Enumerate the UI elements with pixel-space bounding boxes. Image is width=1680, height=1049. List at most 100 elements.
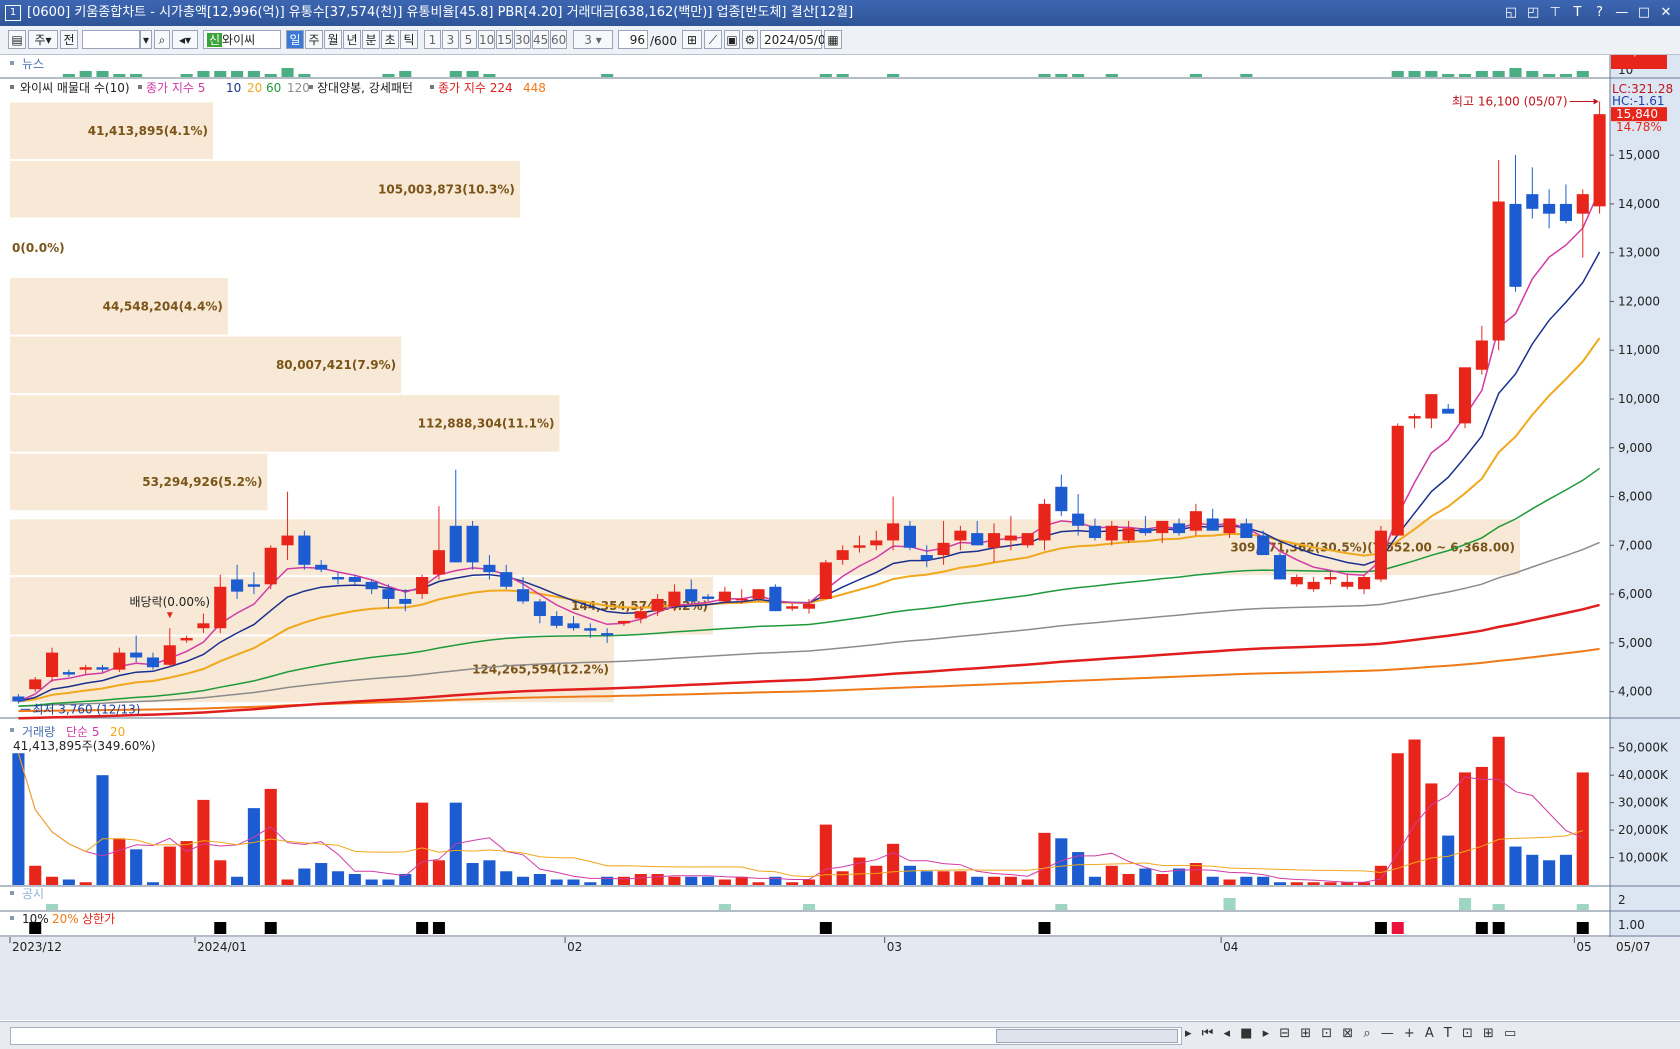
news-bar[interactable] (1509, 68, 1522, 77)
limit-mark[interactable] (1475, 922, 1488, 934)
volume-bar[interactable] (348, 874, 361, 885)
period-day[interactable]: 일 (286, 30, 304, 49)
help-icon[interactable]: ? (1592, 0, 1608, 26)
candle-body[interactable] (298, 535, 311, 565)
volume-bar[interactable] (887, 843, 900, 885)
volume-bar[interactable] (466, 863, 479, 885)
maximize-button[interactable]: □ (1636, 0, 1652, 26)
candle-body[interactable] (1156, 520, 1169, 534)
interval-1[interactable]: 1 (424, 30, 441, 49)
volume-bar[interactable] (1273, 882, 1287, 885)
volume-bar[interactable] (516, 876, 530, 885)
news-bar[interactable] (1475, 71, 1488, 77)
period-month[interactable]: 월 (324, 30, 342, 49)
candle[interactable] (298, 530, 311, 570)
candle-body[interactable] (1055, 486, 1068, 512)
period-minute[interactable]: 분 (362, 30, 380, 49)
volume-bar[interactable] (1021, 879, 1034, 885)
candle-body[interactable] (331, 577, 345, 580)
candle-body[interactable] (550, 616, 563, 626)
volume-bar[interactable] (786, 882, 799, 885)
news-bar[interactable] (1055, 74, 1068, 77)
save-icon[interactable]: ▣ (724, 30, 740, 49)
news-bar[interactable] (96, 71, 109, 77)
volume-bar[interactable] (79, 882, 92, 885)
candle-body[interactable] (516, 589, 530, 602)
candle-body[interactable] (887, 523, 900, 541)
volume-bar[interactable] (163, 846, 176, 885)
volume-bar[interactable] (702, 876, 715, 885)
news-bar[interactable] (1408, 71, 1421, 77)
layout-icon[interactable]: ◰ (1525, 0, 1541, 26)
candle-body[interactable] (702, 596, 715, 599)
candle-body[interactable] (113, 652, 126, 670)
disclosure-bar[interactable] (1458, 898, 1472, 910)
volume-bar[interactable] (567, 879, 580, 885)
volume-bar[interactable] (1257, 876, 1270, 885)
candle-body[interactable] (197, 623, 210, 629)
volume-bar[interactable] (1324, 882, 1337, 885)
news-bar[interactable] (1240, 74, 1253, 77)
volume-bar[interactable] (247, 808, 260, 885)
candle-body[interactable] (1223, 518, 1236, 534)
candle-body[interactable] (146, 657, 160, 668)
candle-body[interactable] (1139, 528, 1152, 534)
volume-bar[interactable] (483, 860, 496, 885)
volume-bar[interactable] (315, 863, 328, 885)
volume-bar[interactable] (1408, 739, 1421, 885)
candle-body[interactable] (365, 581, 378, 590)
volume-bar[interactable] (634, 874, 647, 885)
news-bar[interactable] (1576, 71, 1589, 77)
volume-bar[interactable] (1156, 874, 1169, 885)
news-bar[interactable] (483, 74, 496, 77)
volume-bar[interactable] (113, 838, 126, 885)
news-bar[interactable] (399, 71, 412, 77)
count-input[interactable]: 96 (618, 30, 648, 49)
candle-body[interactable] (786, 606, 799, 609)
volume-bar[interactable] (550, 879, 563, 885)
volume-bar[interactable] (1526, 854, 1539, 885)
volume-bar[interactable] (668, 876, 681, 885)
candle[interactable] (1273, 552, 1287, 580)
candle-body[interactable] (567, 623, 580, 629)
period-second[interactable]: 초 (381, 30, 399, 49)
candle-body[interactable] (819, 562, 832, 599)
candle-body[interactable] (836, 550, 849, 560)
candle-body[interactable] (449, 525, 462, 563)
news-bar[interactable] (1442, 74, 1455, 77)
candle-body[interactable] (920, 555, 933, 560)
limit-mark[interactable] (1374, 922, 1387, 934)
volume-bar[interactable] (45, 876, 59, 885)
volume-bar[interactable] (281, 879, 294, 885)
candle-body[interactable] (1458, 367, 1472, 424)
candle-body[interactable] (1526, 194, 1539, 209)
candle-body[interactable] (1206, 518, 1219, 531)
candle-body[interactable] (1273, 555, 1287, 580)
volume-bar[interactable] (1559, 854, 1573, 885)
volume-bar[interactable] (130, 849, 143, 885)
disclosure-bar[interactable] (718, 904, 731, 910)
volume-bar[interactable] (432, 860, 445, 885)
candle-body[interactable] (416, 577, 429, 595)
candle-body[interactable] (1307, 581, 1320, 590)
candle-body[interactable] (1290, 577, 1303, 585)
volume-bar[interactable] (937, 871, 950, 885)
volume-bar[interactable] (500, 871, 513, 885)
candle-body[interactable] (1189, 511, 1202, 531)
candle-body[interactable] (584, 628, 597, 631)
volume-bar[interactable] (62, 879, 75, 885)
candle-body[interactable] (432, 550, 445, 575)
candle-body[interactable] (1475, 340, 1488, 370)
candle[interactable] (1374, 525, 1387, 582)
pin-icon[interactable]: ⊤ (1547, 0, 1563, 26)
candle-body[interactable] (247, 584, 260, 587)
interval-3[interactable]: 3 (442, 30, 459, 49)
news-bar[interactable] (382, 74, 395, 77)
volume-bar[interactable] (146, 882, 160, 885)
gear-icon[interactable]: ⚙ (742, 30, 758, 49)
news-bar[interactable] (1458, 74, 1472, 77)
news-bar[interactable] (1559, 74, 1573, 77)
candle-body[interactable] (853, 545, 866, 548)
font-icon[interactable]: T (1569, 0, 1585, 26)
candle-body[interactable] (163, 645, 176, 665)
